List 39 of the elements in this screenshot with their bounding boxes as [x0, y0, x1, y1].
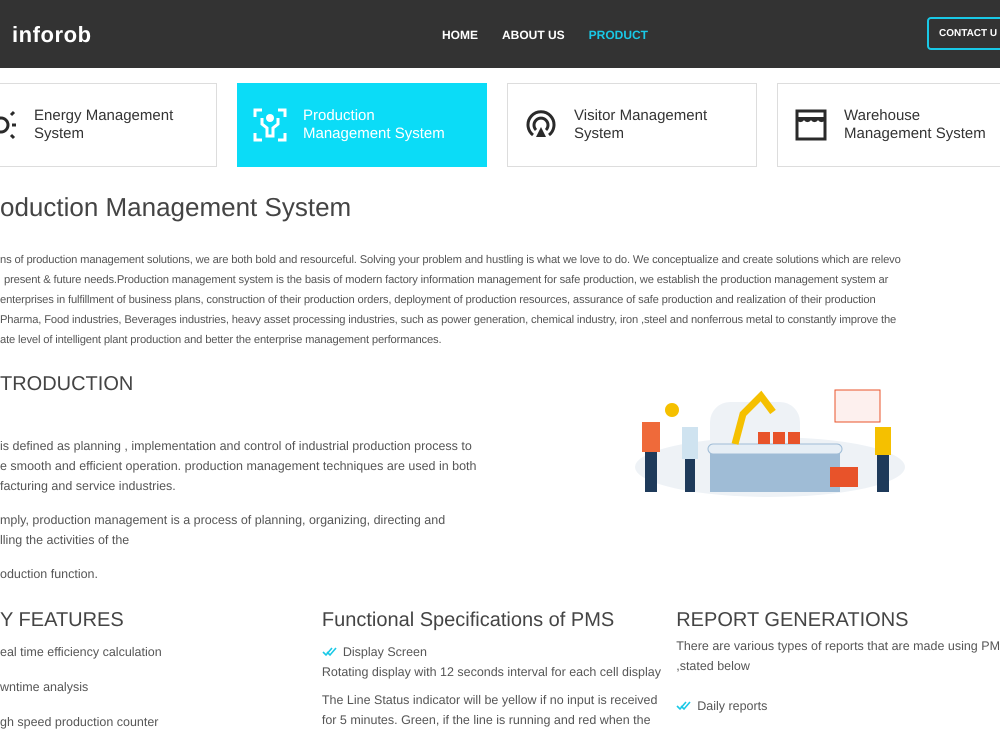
product-tab[interactable]: Energy Management System: [0, 83, 217, 167]
page-title: oduction Management System: [0, 191, 352, 223]
feature-item: gh speed production counter: [0, 714, 160, 731]
spec-text: The Line Status indicator will be yellow if no input is received: [322, 692, 658, 709]
introduction-text: is defined as planning , implementation and control of industrial production process to: [0, 438, 473, 455]
sun-icon: [0, 108, 18, 142]
nav-link[interactable]: ABOUT US: [502, 26, 565, 44]
section-heading: TRODUCTION: [0, 372, 134, 397]
feature-item: wntime analysis: [0, 679, 90, 696]
report-text: ,stated below: [676, 658, 751, 675]
report-item: Daily reports: [697, 698, 768, 715]
section-heading: Y FEATURES: [0, 608, 125, 633]
nav-link[interactable]: PRODUCT: [588, 26, 648, 44]
report-text: There are various types of reports that are made using PM: [676, 638, 1000, 655]
description-text: Pharma, Food industries, Beverages industries, heavy asset processing industries, such as power generation, chemical industry, iron ,steel and nonferrous metal to constantly improve the: [0, 313, 898, 328]
spec-text: for 5 minutes. Green, if the line is running and red when the: [322, 712, 652, 729]
description-text: ns of production management solutions, we are both bold and resourceful. Solving your problem and hustling is what we love to do. We conceptualize and create solutions which are relevo: [0, 253, 902, 268]
description-text: present & future needs.Production management system is the basis of modern factory information management for safe production, we establish the production management system ar: [3, 273, 890, 288]
introduction-text: lling the activities of the: [0, 532, 130, 549]
section-heading: REPORT GENERATIONS: [676, 608, 910, 633]
introduction-text: e smooth and efficient operation. production management techniques are used in both: [0, 458, 478, 475]
contact-button[interactable]: CONTACT U: [927, 17, 1000, 50]
description-text: ate level of intelligent plant production and better the enterprise management performances.: [0, 333, 442, 348]
person-frame-icon: [253, 108, 287, 142]
product-tab[interactable]: Visitor Management System: [507, 83, 757, 167]
description-text: enterprises in fulfillment of business plans, construction of their production orders, deployment of production resources, assurance of safe production and realization of their production: [0, 293, 877, 308]
introduction-text: oduction function.: [0, 566, 99, 583]
spec-title: Display Screen: [342, 644, 427, 661]
feature-item: eal time efficiency calculation: [0, 644, 163, 661]
double-check-icon: [676, 701, 692, 711]
shop-icon: [794, 108, 828, 142]
nav-link[interactable]: HOME: [442, 26, 478, 44]
spec-text: Rotating display with 12 seconds interval for each cell display: [322, 664, 662, 681]
double-check-icon: [322, 647, 337, 657]
introduction-text: facturing and service industries.: [0, 478, 177, 495]
product-tab[interactable]: Warehouse Management System: [777, 83, 1000, 167]
section-heading: Functional Specifications of PMS: [322, 608, 616, 633]
logo: inforob: [12, 20, 92, 48]
introduction-text: mply, production management is a process of planning, organizing, directing and: [0, 512, 446, 529]
